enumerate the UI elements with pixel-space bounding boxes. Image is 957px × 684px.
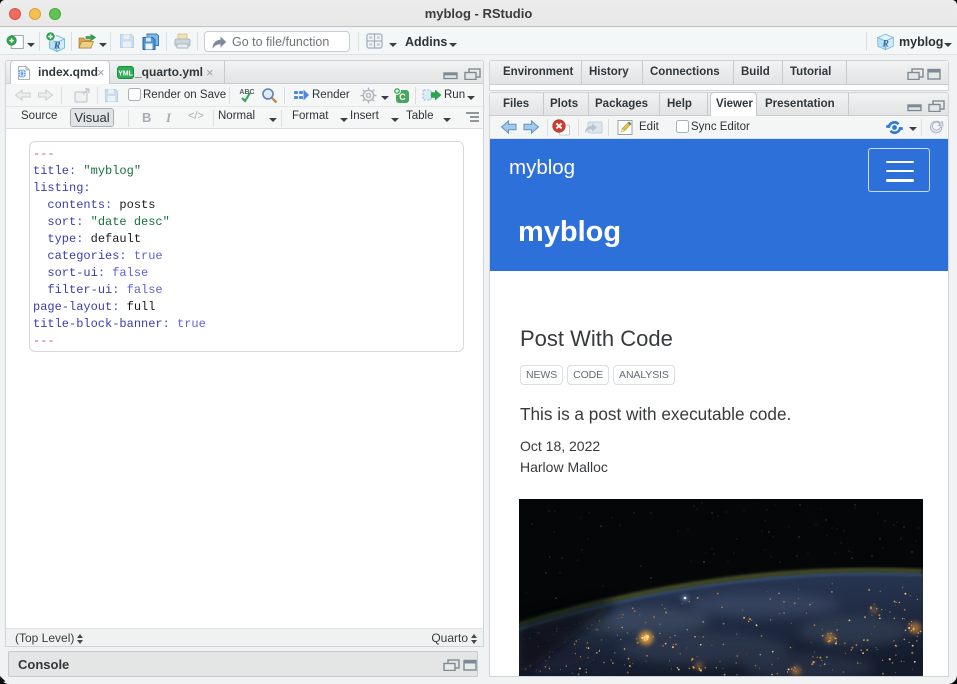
svg-text:R: R [53,41,61,52]
svg-text:C: C [399,92,406,102]
svg-text:R: R [882,40,889,50]
svg-text:YML: YML [118,71,134,78]
svg-text:ABC: ABC [239,89,254,96]
